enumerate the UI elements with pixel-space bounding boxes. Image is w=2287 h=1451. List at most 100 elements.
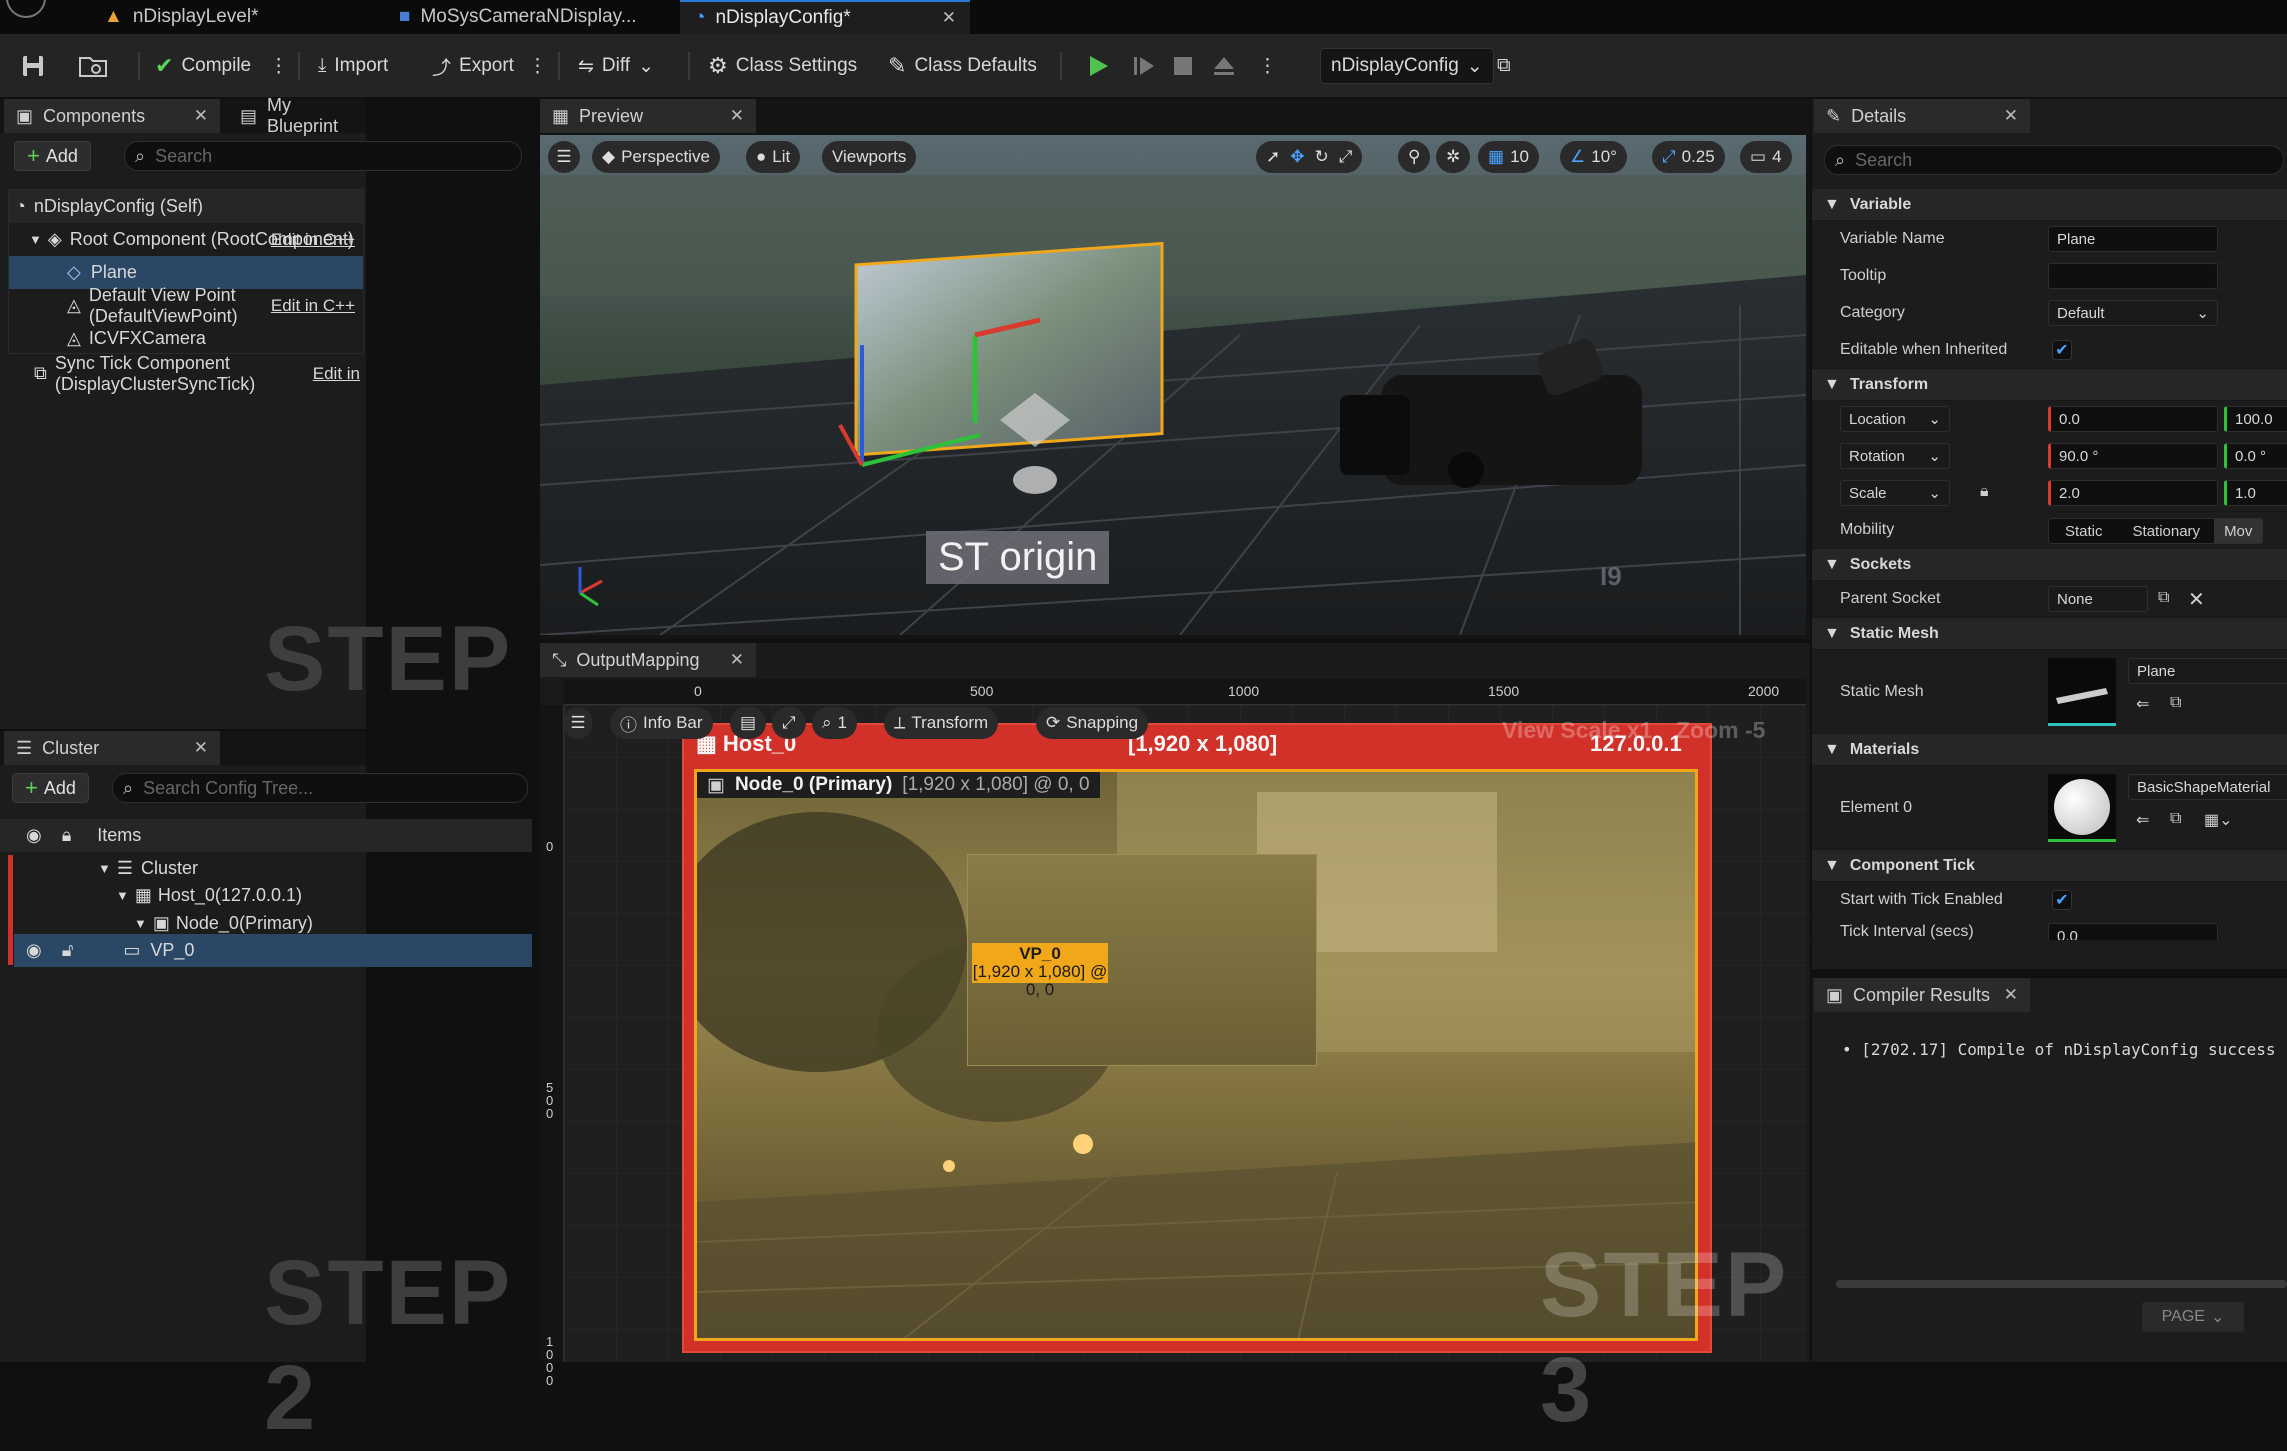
components-search-input[interactable]: ⌕ Search xyxy=(124,141,522,171)
scale-icon[interactable]: ⤢ xyxy=(1339,147,1353,167)
tree-item-self[interactable]: ◔ nDisplayConfig (Self) xyxy=(9,190,363,223)
tab-components[interactable]: ▣ Components ✕ xyxy=(4,99,220,133)
scale-x-input[interactable]: 2.0 xyxy=(2048,480,2218,506)
scale-y-input[interactable]: 1.0 xyxy=(2224,480,2287,506)
material-picker[interactable]: BasicShapeMaterial xyxy=(2128,774,2287,800)
viewport-menu-button[interactable]: ☰ xyxy=(548,141,580,173)
play-button[interactable] xyxy=(1088,48,1110,84)
close-panel-icon[interactable]: ✕ xyxy=(730,106,744,126)
perspective-button[interactable]: ◆ Perspective xyxy=(592,141,720,173)
close-panel-icon[interactable]: ✕ xyxy=(194,738,208,758)
export-options-icon[interactable]: ⋮ xyxy=(528,55,547,78)
eject-button[interactable] xyxy=(1212,48,1236,84)
tab-preview[interactable]: ▦ Preview ✕ xyxy=(540,99,756,133)
tree-item-icvfx-camera[interactable]: ◬ ICVFXCamera xyxy=(9,322,363,355)
save-icon[interactable] xyxy=(20,48,46,84)
mobility-movable-option[interactable]: Mov xyxy=(2214,519,2263,543)
tab-my-blueprint[interactable]: ▤ My Blueprint xyxy=(228,95,366,136)
static-mesh-picker[interactable]: Plane xyxy=(2128,658,2287,684)
unlock-icon[interactable]: 🔓︎ xyxy=(62,940,74,961)
close-panel-icon[interactable]: ✕ xyxy=(194,106,208,126)
close-panel-icon[interactable]: ✕ xyxy=(730,650,744,670)
static-mesh-thumbnail[interactable] xyxy=(2048,658,2116,726)
preview-viewport[interactable]: G6 I9 H7 xyxy=(540,135,1806,635)
find-asset-icon[interactable]: ⧉ xyxy=(1497,48,1511,84)
tab-cluster[interactable]: ☰ Cluster ✕ xyxy=(4,731,220,765)
expand-arrow-icon[interactable]: ▼ xyxy=(116,888,129,903)
section-transform[interactable]: ▼ Transform xyxy=(1812,369,2287,401)
move-icon[interactable]: ✥ xyxy=(1290,147,1304,167)
details-search-input[interactable]: ⌕ Search xyxy=(1824,145,2284,175)
camera-speed-button[interactable]: ▭ 4 xyxy=(1740,141,1792,173)
expand-arrow-icon[interactable]: ▼ xyxy=(98,861,111,876)
rotation-x-input[interactable]: 90.0 ° xyxy=(2048,443,2218,469)
close-panel-icon[interactable]: ✕ xyxy=(2004,985,2018,1005)
expand-arrow-icon[interactable]: ▼ xyxy=(29,232,42,247)
lock-icon[interactable]: 🔒︎ xyxy=(1980,483,1989,501)
section-sockets[interactable]: ▼ Sockets xyxy=(1812,549,2287,581)
parent-socket-field[interactable]: None xyxy=(2048,586,2148,612)
editable-inherited-checkbox[interactable]: ✔ xyxy=(2052,340,2072,360)
expand-arrow-icon[interactable]: ▼ xyxy=(134,916,147,931)
edit-in-cpp-link[interactable]: Edit in C++ xyxy=(271,296,355,316)
stop-button[interactable] xyxy=(1172,48,1194,84)
unreal-logo-icon[interactable] xyxy=(6,0,46,18)
clear-icon[interactable]: ✕ xyxy=(2188,587,2205,612)
browse-asset-icon[interactable]: ⧉ xyxy=(2170,694,2181,712)
lit-button[interactable]: ● Lit xyxy=(746,141,801,173)
add-component-button[interactable]: + Add xyxy=(14,141,91,171)
add-cluster-item-button[interactable]: + Add xyxy=(12,773,89,803)
transform-button[interactable]: ⟂ Transform xyxy=(884,707,999,739)
tab-compiler-results[interactable]: ▣ Compiler Results ✕ xyxy=(1814,978,2030,1012)
location-y-input[interactable]: 100.0 xyxy=(2224,406,2287,432)
eye-icon[interactable]: ◉ xyxy=(26,940,42,961)
tree-item-root-component[interactable]: ▼ ◈ Root Component (RootComponent) Edit … xyxy=(9,223,363,256)
mobility-static-option[interactable]: Static xyxy=(2049,519,2119,543)
snapping-button[interactable]: ⟳ Snapping xyxy=(1036,707,1149,739)
grid-snap-button[interactable]: ▦ 10 xyxy=(1478,141,1539,173)
mobility-stationary-option[interactable]: Stationary xyxy=(2119,519,2215,543)
horizontal-scrollbar[interactable] xyxy=(1836,1280,2287,1288)
play-options-icon[interactable]: ⋮ xyxy=(1258,48,1277,84)
material-options-icon[interactable]: ▦⌄ xyxy=(2204,810,2233,830)
diff-button[interactable]: ⇋ Diff ⌄ xyxy=(578,48,654,84)
section-static-mesh[interactable]: ▼ Static Mesh xyxy=(1812,618,2287,650)
use-selected-icon[interactable]: ⇐ xyxy=(2136,810,2149,830)
rotation-dropdown[interactable]: Rotation ⌄ xyxy=(1840,443,1950,469)
material-thumbnail[interactable] xyxy=(2048,774,2116,842)
section-component-tick[interactable]: ▼ Component Tick xyxy=(1812,850,2287,882)
import-button[interactable]: ⤓ Import xyxy=(318,48,388,84)
browse-icon[interactable] xyxy=(78,48,108,84)
rotation-y-input[interactable]: 0.0 ° xyxy=(2224,443,2287,469)
tab-output-mapping[interactable]: ⤡ OutputMapping ✕ xyxy=(540,643,756,677)
tree-item-vp0[interactable]: ◉ 🔓︎ ▭ VP_0 xyxy=(14,934,532,967)
section-variable[interactable]: ▼ Variable xyxy=(1812,189,2287,221)
viewport-vp0[interactable]: VP_0 [1,920 x 1,080] @ 0, 0 xyxy=(967,854,1317,1066)
fit-icon[interactable]: ⤢ xyxy=(772,707,806,739)
viewports-button[interactable]: Viewports xyxy=(822,141,917,173)
tooltip-input[interactable] xyxy=(2048,263,2218,289)
select-icon[interactable]: ➚ xyxy=(1266,147,1280,167)
step-button[interactable] xyxy=(1132,48,1156,84)
compile-button[interactable]: ✔ Compile ⋮ xyxy=(155,48,288,84)
tick-enabled-checkbox[interactable]: ✔ xyxy=(2052,890,2072,910)
use-selected-icon[interactable]: ⇐ xyxy=(2136,694,2149,714)
edit-in-cpp-link[interactable]: Edit in C++ xyxy=(271,230,355,250)
category-dropdown[interactable]: Default ⌄ xyxy=(2048,300,2218,326)
browse-socket-icon[interactable]: ⧉ xyxy=(2158,589,2169,607)
tab-ndisplay-level[interactable]: ▲ nDisplayLevel* xyxy=(90,0,273,34)
section-materials[interactable]: ▼ Materials xyxy=(1812,734,2287,766)
layout-icon[interactable]: ▤ xyxy=(730,707,767,739)
browse-asset-icon[interactable]: ⧉ xyxy=(2170,810,2181,828)
info-bar-button[interactable]: ⓘ Info Bar xyxy=(610,707,713,739)
class-settings-button[interactable]: ⚙ Class Settings xyxy=(708,48,857,84)
export-button[interactable]: ⤴ Export ⋮ xyxy=(432,48,547,84)
rotate-icon[interactable]: ↻ xyxy=(1315,147,1329,167)
close-tab-icon[interactable]: ✕ xyxy=(942,8,956,28)
tree-item-sync-tick[interactable]: ⧉ Sync Tick Component (DisplayClusterSyn… xyxy=(34,353,364,394)
variable-name-input[interactable]: Plane xyxy=(2048,226,2218,252)
compile-options-icon[interactable]: ⋮ xyxy=(269,55,288,78)
tab-details[interactable]: ✎ Details ✕ xyxy=(1814,99,2030,133)
location-x-input[interactable]: 0.0 xyxy=(2048,406,2218,432)
tick-interval-input[interactable]: 0.0 xyxy=(2048,923,2218,940)
